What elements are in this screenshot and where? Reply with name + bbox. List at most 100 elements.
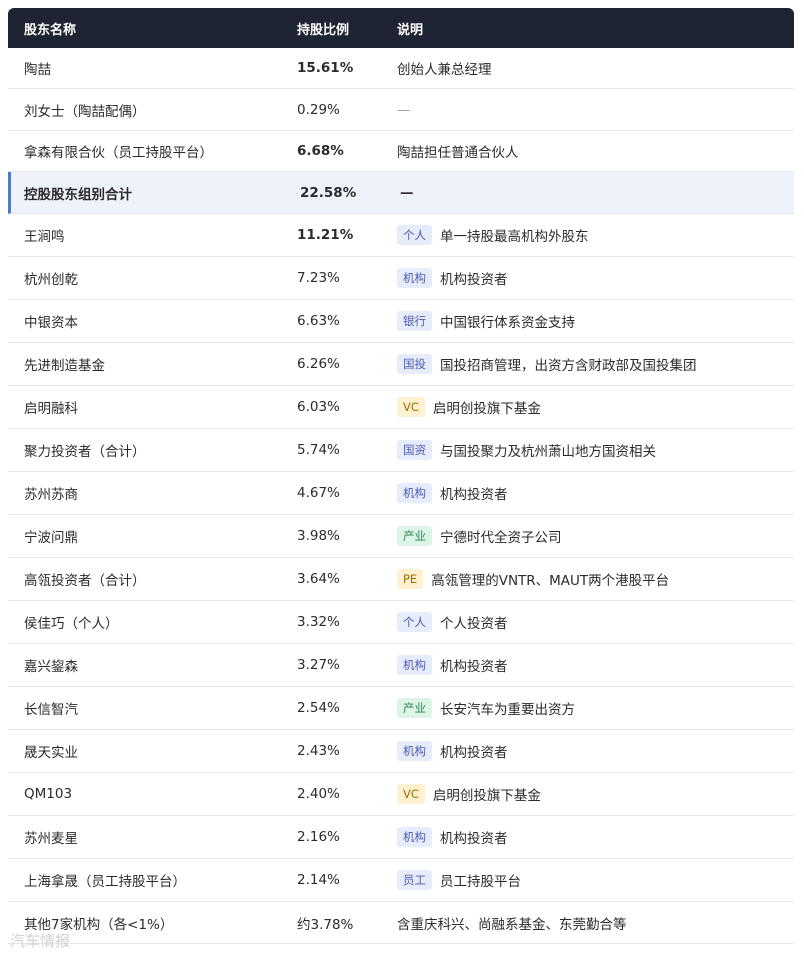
description-cell: 机构 机构投资者 (383, 741, 794, 761)
table-row: 苏州苏商 4.67% 机构 机构投资者 (8, 472, 794, 515)
category-tag: 机构 (397, 483, 432, 503)
share-ratio: 7.23% (297, 270, 340, 286)
description-cell: 机构 机构投资者 (383, 268, 794, 288)
table-row: 中银资本 6.63% 银行 中国银行体系资金支持 (8, 300, 794, 343)
shareholder-name: 陶喆 (24, 62, 51, 78)
watermark: 汽车情报 (10, 930, 70, 951)
header-desc: 说明 (397, 22, 424, 38)
table-row: 高瓴投资者（合计） 3.64% PE 高瓴管理的VNTR、MAUT两个港股平台 (8, 558, 794, 601)
share-ratio: 6.03% (297, 399, 340, 415)
category-tag: VC (397, 397, 425, 417)
description-cell: 银行 中国银行体系资金支持 (383, 311, 794, 331)
shareholder-name: 王涧鸣 (24, 229, 65, 245)
category-tag: 机构 (397, 268, 432, 288)
shareholder-name: 拿森有限合伙（员工持股平台） (24, 145, 213, 161)
table-row: 晟天实业 2.43% 机构 机构投资者 (8, 730, 794, 773)
table-row: 控股股东组别合计 22.58% — (8, 172, 794, 214)
shareholder-name: 启明融科 (24, 401, 78, 417)
table-row: 聚力投资者（合计） 5.74% 国资 与国投聚力及杭州萧山地方国资相关 (8, 429, 794, 472)
share-ratio: 3.32% (297, 614, 340, 630)
description-text: 长安汽车为重要出资方 (440, 702, 575, 718)
table-row: 上海拿晟（员工持股平台） 2.14% 员工 员工持股平台 (8, 859, 794, 902)
description-text: 国投招商管理，出资方含财政部及国投集团 (440, 358, 697, 374)
share-ratio: 2.40% (297, 786, 340, 802)
shareholder-table: 股东名称 持股比例 说明 陶喆 15.61% 创始人兼总经理刘女士（陶喆配偶） 0.2… (8, 8, 794, 944)
description-cell: 机构 机构投资者 (383, 655, 794, 675)
shareholder-name: 中银资本 (24, 315, 78, 331)
shareholder-name: 先进制造基金 (24, 358, 105, 374)
description-cell: 产业 宁德时代全资子公司 (383, 526, 794, 546)
description-cell: 员工 员工持股平台 (383, 870, 794, 890)
description-cell: — (383, 102, 794, 118)
description-text: 机构投资者 (440, 272, 508, 288)
description-cell: PE 高瓴管理的VNTR、MAUT两个港股平台 (383, 569, 794, 589)
table-body: 陶喆 15.61% 创始人兼总经理刘女士（陶喆配偶） 0.29% — 拿森有限合伙（员工持… (8, 48, 794, 944)
shareholder-name: 杭州创乾 (24, 272, 78, 288)
description-text: 机构投资者 (440, 659, 508, 675)
description-cell: VC 启明创投旗下基金 (383, 784, 794, 804)
description-cell: 国资 与国投聚力及杭州萧山地方国资相关 (383, 440, 794, 460)
description-text: 个人投资者 (440, 616, 508, 632)
share-ratio: 15.61% (297, 60, 354, 76)
description-cell: 陶喆担任普通合伙人 (383, 141, 794, 161)
category-tag: 国资 (397, 440, 432, 460)
share-ratio: 3.98% (297, 528, 340, 544)
category-tag: 个人 (397, 225, 432, 245)
shareholder-name: 晟天实业 (24, 745, 78, 761)
description-text: — (397, 101, 411, 118)
category-tag: 产业 (397, 698, 432, 718)
description-cell: 创始人兼总经理 (383, 58, 794, 78)
share-ratio: 2.14% (297, 872, 340, 888)
description-cell: 个人 单一持股最高机构外股东 (383, 225, 794, 245)
description-text: — (400, 184, 414, 201)
table-row: 嘉兴鋆森 3.27% 机构 机构投资者 (8, 644, 794, 687)
description-text: 机构投资者 (440, 487, 508, 503)
share-ratio: 4.67% (297, 485, 340, 501)
table-row: QM103 2.40% VC 启明创投旗下基金 (8, 773, 794, 816)
category-tag: 机构 (397, 741, 432, 761)
category-tag: 银行 (397, 311, 432, 331)
share-ratio: 3.27% (297, 657, 340, 673)
watermark-text: 汽车情报 (10, 932, 71, 950)
category-tag: 员工 (397, 870, 432, 890)
table-row: 苏州麦星 2.16% 机构 机构投资者 (8, 816, 794, 859)
description-cell: 机构 机构投资者 (383, 827, 794, 847)
shareholder-name: 控股股东组别合计 (24, 186, 132, 203)
category-tag: 产业 (397, 526, 432, 546)
table-row: 先进制造基金 6.26% 国投 国投招商管理，出资方含财政部及国投集团 (8, 343, 794, 386)
header-name: 股东名称 (24, 22, 77, 38)
share-ratio: 2.43% (297, 743, 340, 759)
description-text: 机构投资者 (440, 831, 508, 847)
share-ratio: 3.64% (297, 571, 340, 587)
shareholder-name: 长信智汽 (24, 702, 78, 718)
share-ratio: 11.21% (297, 227, 354, 243)
table-row: 刘女士（陶喆配偶） 0.29% — (8, 89, 794, 131)
table-row: 启明融科 6.03% VC 启明创投旗下基金 (8, 386, 794, 429)
table-row: 长信智汽 2.54% 产业 长安汽车为重要出资方 (8, 687, 794, 730)
description-cell: VC 启明创投旗下基金 (383, 397, 794, 417)
category-tag: 个人 (397, 612, 432, 632)
description-text: 启明创投旗下基金 (432, 788, 541, 804)
category-tag: PE (397, 569, 424, 589)
description-cell: 产业 长安汽车为重要出资方 (383, 698, 794, 718)
shareholder-name: 上海拿晟（员工持股平台） (24, 874, 186, 890)
share-ratio: 2.54% (297, 700, 340, 716)
table-row: 陶喆 15.61% 创始人兼总经理 (8, 48, 794, 89)
table-row: 宁波问鼎 3.98% 产业 宁德时代全资子公司 (8, 515, 794, 558)
description-text: 单一持股最高机构外股东 (440, 229, 589, 245)
table-row: 杭州创乾 7.23% 机构 机构投资者 (8, 257, 794, 300)
share-ratio: 6.68% (297, 143, 344, 159)
share-ratio: 2.16% (297, 829, 340, 845)
shareholder-name: QM103 (24, 786, 73, 802)
shareholder-name: 刘女士（陶喆配偶） (24, 103, 146, 120)
description-text: 机构投资者 (440, 745, 508, 761)
description-text: 含重庆科兴、尚融系基金、东莞勤合等 (397, 916, 627, 933)
description-text: 创始人兼总经理 (397, 62, 492, 78)
header-ratio: 持股比例 (297, 22, 350, 38)
share-ratio: 6.26% (297, 356, 340, 372)
table-header: 股东名称 持股比例 说明 (8, 8, 794, 48)
category-tag: VC (397, 784, 425, 804)
description-text: 启明创投旗下基金 (432, 401, 541, 417)
shareholder-name: 嘉兴鋆森 (24, 659, 78, 675)
table-row: 王涧鸣 11.21% 个人 单一持股最高机构外股东 (8, 214, 794, 257)
